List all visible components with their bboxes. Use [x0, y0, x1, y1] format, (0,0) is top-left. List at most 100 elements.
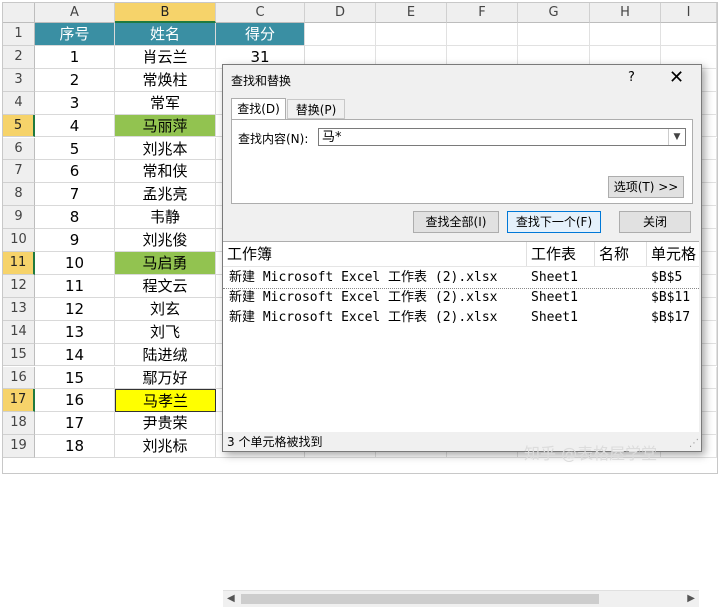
- table-cell[interactable]: 1: [35, 45, 115, 69]
- table-cell[interactable]: 常军: [115, 91, 216, 115]
- find-input[interactable]: 马* ▼: [318, 128, 686, 146]
- table-cell[interactable]: 14: [35, 343, 115, 367]
- row-header[interactable]: 3: [3, 68, 35, 92]
- table-cell[interactable]: 常焕柱: [115, 68, 216, 92]
- table-cell[interactable]: 3: [35, 91, 115, 115]
- row-header[interactable]: 12: [3, 274, 35, 298]
- column-header-d[interactable]: D: [305, 3, 376, 23]
- row-header[interactable]: 6: [3, 137, 35, 161]
- column-header-h[interactable]: H: [590, 3, 661, 23]
- result-row[interactable]: 新建 Microsoft Excel 工作表 (2).xlsx Sheet1 $…: [223, 308, 699, 328]
- result-row[interactable]: 新建 Microsoft Excel 工作表 (2).xlsx Sheet1 $…: [223, 288, 699, 308]
- table-cell[interactable]: 16: [35, 389, 115, 413]
- column-header-e[interactable]: E: [376, 3, 447, 23]
- results-header-sheet[interactable]: 工作表: [527, 242, 595, 266]
- table-cell[interactable]: 9: [35, 229, 115, 252]
- row-header[interactable]: 2: [3, 45, 35, 69]
- table-cell[interactable]: 序号: [35, 23, 115, 46]
- select-all-corner[interactable]: [3, 3, 35, 23]
- result-row[interactable]: 新建 Microsoft Excel 工作表 (2).xlsx Sheet1 $…: [223, 268, 699, 289]
- table-cell[interactable]: 13: [35, 320, 115, 344]
- table-cell[interactable]: [447, 23, 518, 46]
- results-header-workbook[interactable]: 工作簿: [223, 242, 527, 266]
- scroll-left-icon[interactable]: ◀: [227, 591, 235, 607]
- table-cell[interactable]: 刘兆本: [115, 137, 216, 161]
- table-cell[interactable]: 刘飞: [115, 320, 216, 344]
- row-header[interactable]: 16: [3, 366, 35, 390]
- table-cell[interactable]: 程文云: [115, 274, 216, 298]
- table-cell[interactable]: 6: [35, 160, 115, 184]
- table-cell[interactable]: [376, 23, 447, 46]
- row-header[interactable]: 19: [3, 435, 35, 459]
- table-cell[interactable]: 4: [35, 114, 115, 138]
- result-cell: $B$11: [651, 290, 691, 305]
- table-cell[interactable]: [590, 23, 661, 46]
- table-cell[interactable]: 17: [35, 412, 115, 436]
- column-header-b[interactable]: B: [115, 3, 216, 23]
- table-cell[interactable]: 姓名: [115, 23, 216, 46]
- resize-grip-icon[interactable]: ⋰: [689, 438, 699, 449]
- table-cell[interactable]: 8: [35, 206, 115, 230]
- row-header[interactable]: 4: [3, 91, 35, 115]
- row-header[interactable]: 8: [3, 183, 35, 207]
- column-header-c[interactable]: C: [216, 3, 305, 23]
- table-cell[interactable]: 刘兆标: [115, 435, 216, 459]
- close-button[interactable]: 关闭: [619, 211, 691, 233]
- table-cell[interactable]: 2: [35, 68, 115, 92]
- row-header[interactable]: 17: [3, 389, 35, 413]
- table-cell[interactable]: 刘兆俊: [115, 229, 216, 252]
- row-header[interactable]: 15: [3, 343, 35, 367]
- table-cell[interactable]: 7: [35, 183, 115, 207]
- options-button[interactable]: 选项(T) >>: [608, 176, 684, 198]
- column-header-i[interactable]: I: [661, 3, 717, 23]
- scroll-right-icon[interactable]: ▶: [687, 591, 695, 607]
- row-header[interactable]: 13: [3, 297, 35, 321]
- row-header[interactable]: 5: [3, 114, 35, 138]
- table-cell[interactable]: 10: [35, 252, 115, 275]
- horizontal-scrollbar[interactable]: ◀ ▶: [223, 590, 699, 607]
- row-header[interactable]: 18: [3, 412, 35, 436]
- table-cell[interactable]: 马丽萍: [115, 114, 216, 138]
- table-cell[interactable]: 得分: [216, 23, 305, 46]
- table-cell[interactable]: 5: [35, 137, 115, 161]
- column-header-a[interactable]: A: [35, 3, 115, 23]
- results-header-name[interactable]: 名称: [595, 242, 647, 266]
- table-cell[interactable]: 12: [35, 297, 115, 321]
- results-header-cell[interactable]: 单元格: [647, 242, 699, 266]
- row-header[interactable]: 14: [3, 320, 35, 344]
- table-cell[interactable]: 11: [35, 274, 115, 298]
- row-header[interactable]: 1: [3, 23, 35, 46]
- column-header-f[interactable]: F: [447, 3, 518, 23]
- table-cell[interactable]: [305, 23, 376, 46]
- row-header[interactable]: 11: [3, 252, 35, 275]
- table-cell[interactable]: [518, 23, 590, 46]
- table-cell[interactable]: 18: [35, 435, 115, 459]
- table-cell[interactable]: 刘玄: [115, 297, 216, 321]
- table-cell[interactable]: 马孝兰: [115, 389, 216, 413]
- find-all-button[interactable]: 查找全部(I): [413, 211, 499, 233]
- table-cell[interactable]: 15: [35, 366, 115, 390]
- row-header[interactable]: 7: [3, 160, 35, 184]
- scrollbar-thumb[interactable]: [241, 594, 599, 604]
- find-next-button[interactable]: 查找下一个(F): [507, 211, 601, 233]
- tab-replace[interactable]: 替换(P): [287, 99, 345, 119]
- table-cell[interactable]: 韦静: [115, 206, 216, 230]
- help-button[interactable]: ?: [628, 70, 635, 85]
- table-cell[interactable]: 鄢万好: [115, 366, 216, 390]
- close-icon[interactable]: ✕: [669, 67, 684, 88]
- table-cell[interactable]: [661, 23, 717, 46]
- dialog-title: 查找和替换: [231, 74, 292, 88]
- table-cell[interactable]: 尹贵荣: [115, 412, 216, 436]
- column-header-g[interactable]: G: [518, 3, 590, 23]
- chevron-down-icon[interactable]: ▼: [668, 129, 685, 145]
- find-replace-dialog: 查找和替换 ? ✕ 查找(D) 替换(P) 查找内容(N): 马* ▼ 选项(T…: [222, 64, 702, 607]
- table-cell[interactable]: 常和侠: [115, 160, 216, 184]
- tab-find[interactable]: 查找(D): [231, 98, 286, 120]
- result-workbook: 新建 Microsoft Excel 工作表 (2).xlsx: [229, 290, 498, 305]
- table-cell[interactable]: 孟兆亮: [115, 183, 216, 207]
- table-cell[interactable]: 陆进绒: [115, 343, 216, 367]
- row-header[interactable]: 10: [3, 229, 35, 252]
- table-cell[interactable]: 肖云兰: [115, 45, 216, 69]
- table-cell[interactable]: 马启勇: [115, 252, 216, 275]
- row-header[interactable]: 9: [3, 206, 35, 230]
